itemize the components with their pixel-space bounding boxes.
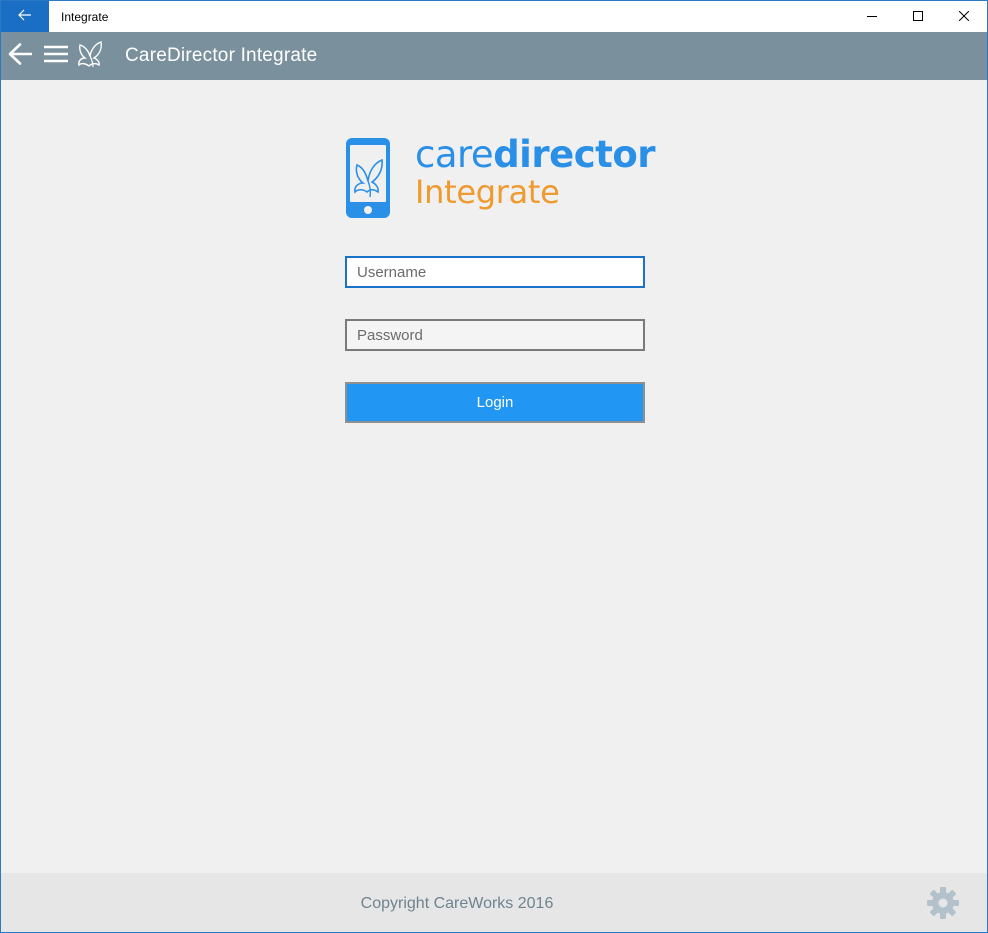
phone-butterfly-icon (346, 138, 390, 218)
gear-icon (925, 887, 961, 925)
arrow-left-icon (18, 8, 32, 26)
close-button[interactable] (941, 1, 987, 32)
window-controls (849, 1, 987, 32)
logo-integrate-label: Integrate (415, 173, 560, 211)
login-button[interactable]: Login (345, 382, 645, 423)
copyright-text: Copyright CareWorks 2016 (360, 895, 554, 912)
minimize-button[interactable] (849, 1, 895, 32)
logo-text-director: director (493, 133, 655, 176)
back-arrow-icon (8, 42, 33, 70)
footer: Copyright CareWorks 2016 (1, 873, 987, 932)
close-icon (958, 8, 970, 26)
app-window: Integrate CareDirector Integrate caredir… (0, 0, 988, 933)
username-input[interactable] (345, 256, 645, 288)
app-logo (73, 32, 107, 80)
password-input[interactable] (345, 319, 645, 351)
caredirector-integrate-logo: caredirector Integrate (345, 135, 655, 221)
back-button[interactable] (1, 32, 39, 80)
titlebar-back-button[interactable] (1, 1, 49, 32)
title-bar: Integrate (1, 1, 987, 32)
maximize-button[interactable] (895, 1, 941, 32)
window-title: Integrate (61, 9, 109, 24)
hamburger-menu-icon (44, 45, 68, 68)
logo-text-care: care (415, 133, 494, 176)
login-button-label: Login (476, 394, 514, 411)
logo-text-integrate: Integrate (415, 173, 560, 211)
menu-button[interactable] (39, 32, 73, 80)
minimize-icon (867, 8, 877, 26)
butterfly-logo-icon (75, 39, 105, 74)
settings-button[interactable] (925, 885, 961, 921)
maximize-icon (913, 8, 923, 26)
app-title: CareDirector Integrate (125, 45, 318, 66)
app-header: CareDirector Integrate (1, 32, 987, 80)
logo-text-caredirector: caredirector (415, 135, 655, 175)
